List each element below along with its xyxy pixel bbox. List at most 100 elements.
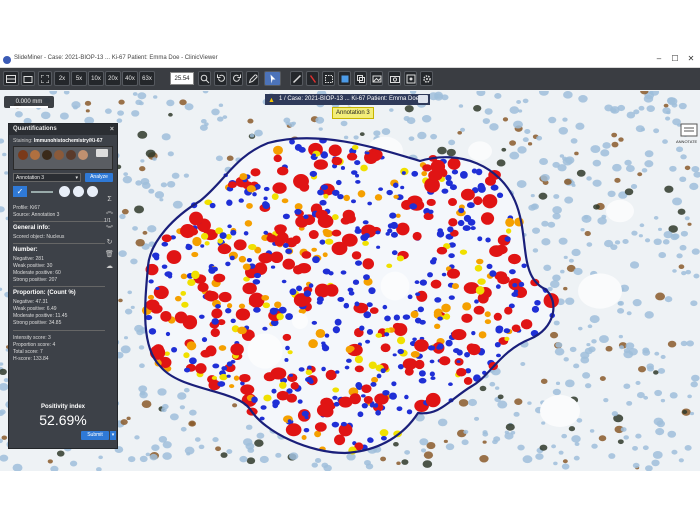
rotate-right-button[interactable] xyxy=(230,71,243,86)
thumbnail[interactable] xyxy=(30,150,40,160)
analysis-button[interactable] xyxy=(338,71,351,86)
submit-options-button[interactable]: ▾ xyxy=(110,431,116,440)
settings-button[interactable] xyxy=(420,71,433,86)
refresh-icon[interactable]: ↻ xyxy=(105,238,114,247)
trash-icon[interactable]: 🗑 xyxy=(105,250,114,259)
chevron-up-icon[interactable]: ︽ xyxy=(105,207,114,216)
close-button[interactable]: ✕ xyxy=(684,54,698,63)
submit-button[interactable]: Submit xyxy=(81,431,109,440)
pen-icon xyxy=(248,74,257,83)
stain-thumbnails[interactable] xyxy=(13,146,113,170)
cloud-download-icon[interactable] xyxy=(87,186,98,197)
proportion-negative: Negative: 47.31 xyxy=(13,299,49,305)
zoom-5x-button[interactable]: 5x xyxy=(71,71,87,86)
panel-close-button[interactable]: × xyxy=(110,124,114,135)
image-icon xyxy=(372,75,381,82)
divider xyxy=(13,330,105,331)
snapshot-button[interactable] xyxy=(388,71,401,86)
region-icon xyxy=(324,74,333,83)
general-info-value: Scored object: Nucleus xyxy=(13,234,65,240)
annotate-panel-label: ANNOTATE xyxy=(676,139,698,144)
zoom-10x-button[interactable]: 10x xyxy=(88,71,104,86)
measure-button[interactable] xyxy=(290,71,303,86)
sum-icon[interactable]: Σ xyxy=(105,195,114,204)
thumbnail[interactable] xyxy=(78,150,88,160)
annotation-select[interactable]: Annotation 3 ▾ xyxy=(13,173,81,182)
zoom-40x-button[interactable]: 40x xyxy=(122,71,138,86)
cloud-icon[interactable] xyxy=(96,149,108,157)
case-info-text: 1 / Case: 2021-BIOP-13 ... Ki-67 Patient… xyxy=(279,96,420,102)
general-info-title: General info: xyxy=(13,225,51,231)
gear-icon xyxy=(422,74,431,83)
zoom-2x-button[interactable]: 2x xyxy=(54,71,70,86)
rotate-right-icon xyxy=(232,74,241,82)
magnifier-icon xyxy=(200,74,209,83)
staining-row: Staining: Immunohistochemistry/Ki-67 xyxy=(13,138,103,144)
region-tool-button[interactable] xyxy=(322,71,335,86)
thumbnail[interactable] xyxy=(66,150,76,160)
number-strong: Strong positive: 207 xyxy=(13,277,58,283)
staining-value: Immunohistochemistry/Ki-67 xyxy=(33,138,103,144)
layers-button[interactable] xyxy=(354,71,367,86)
overview-button[interactable] xyxy=(3,71,19,86)
analyze-button[interactable]: Analyze xyxy=(85,173,113,182)
annotation-select-value: Annotation 3 xyxy=(16,175,45,181)
proportion-weak: Weak positive: 6.49 xyxy=(13,306,57,312)
panel-header: Quantifications × xyxy=(9,124,117,135)
pointer-tool-button[interactable] xyxy=(264,71,281,86)
annotate-button[interactable] xyxy=(306,71,319,86)
toolbar: 2x 5x 10x 20x 40x 63x 25.54 xyxy=(0,68,700,90)
h-score: H-score: 133.84 xyxy=(13,356,49,362)
number-weak: Weak positive: 30 xyxy=(13,263,53,269)
export-icon xyxy=(406,74,415,83)
minimize-button[interactable]: – xyxy=(652,54,666,63)
case-menu-icon[interactable] xyxy=(418,95,428,103)
divider xyxy=(13,286,105,287)
opacity-slider[interactable] xyxy=(31,191,53,193)
zoom-tool-button[interactable] xyxy=(198,71,211,86)
camera-icon xyxy=(389,75,400,83)
number-title: Number: xyxy=(13,247,38,253)
grid-icon xyxy=(6,74,16,83)
scale-bar-line xyxy=(10,106,48,108)
slides-icon xyxy=(23,75,33,83)
proportion-title: Proportion: (Count %) xyxy=(13,290,76,296)
zoom-63x-button[interactable]: 63x xyxy=(139,71,155,86)
analysis-icon xyxy=(341,75,348,82)
number-negative: Negative: 281 xyxy=(13,256,44,262)
thumbnail[interactable] xyxy=(42,150,52,160)
intensity-score: Intensity score: 3 xyxy=(13,335,51,341)
thumbnail[interactable] xyxy=(18,150,28,160)
divider xyxy=(13,243,105,244)
page-indicator: 1/1 xyxy=(104,218,111,224)
export-button[interactable] xyxy=(404,71,417,86)
image-settings-button[interactable] xyxy=(370,71,383,86)
cloud-upload-icon[interactable] xyxy=(73,186,84,197)
title-bar: SlideMiner - Case: 2021-BIOP-13 ... Ki-6… xyxy=(0,53,700,68)
cloud-icon[interactable]: ☁ xyxy=(105,262,114,271)
maximize-button[interactable]: ☐ xyxy=(668,54,682,63)
zoom-input[interactable]: 25.54 xyxy=(170,72,194,85)
fit-icon xyxy=(41,74,49,83)
show-results-checkbox[interactable]: ✓ xyxy=(13,186,27,197)
eye-icon[interactable] xyxy=(59,186,70,197)
slides-button[interactable] xyxy=(21,71,35,86)
positivity-index-value: 52.69% xyxy=(39,412,87,428)
rotate-left-button[interactable] xyxy=(214,71,227,86)
window-title: SlideMiner - Case: 2021-BIOP-13 ... Ki-6… xyxy=(14,55,218,61)
pointer-icon xyxy=(270,74,275,83)
divider xyxy=(13,221,105,222)
chevron-down-double-icon[interactable]: ︾ xyxy=(105,225,114,234)
rotate-left-icon xyxy=(216,74,225,82)
annotation-label[interactable]: Annotation 3 xyxy=(332,107,374,119)
warning-icon: ▲ xyxy=(268,97,275,104)
thumbnail[interactable] xyxy=(54,150,64,160)
zoom-20x-button[interactable]: 20x xyxy=(105,71,121,86)
app-logo-icon xyxy=(3,56,11,64)
panel-title: Quantifications xyxy=(13,126,57,132)
proportion-strong: Strong positive: 34.85 xyxy=(13,320,62,326)
case-info-bar: ▲ 1 / Case: 2021-BIOP-13 ... Ki-67 Patie… xyxy=(265,94,430,105)
annotate-icon xyxy=(309,74,316,83)
fit-button[interactable] xyxy=(38,71,52,86)
pen-tool-button[interactable] xyxy=(246,71,259,86)
